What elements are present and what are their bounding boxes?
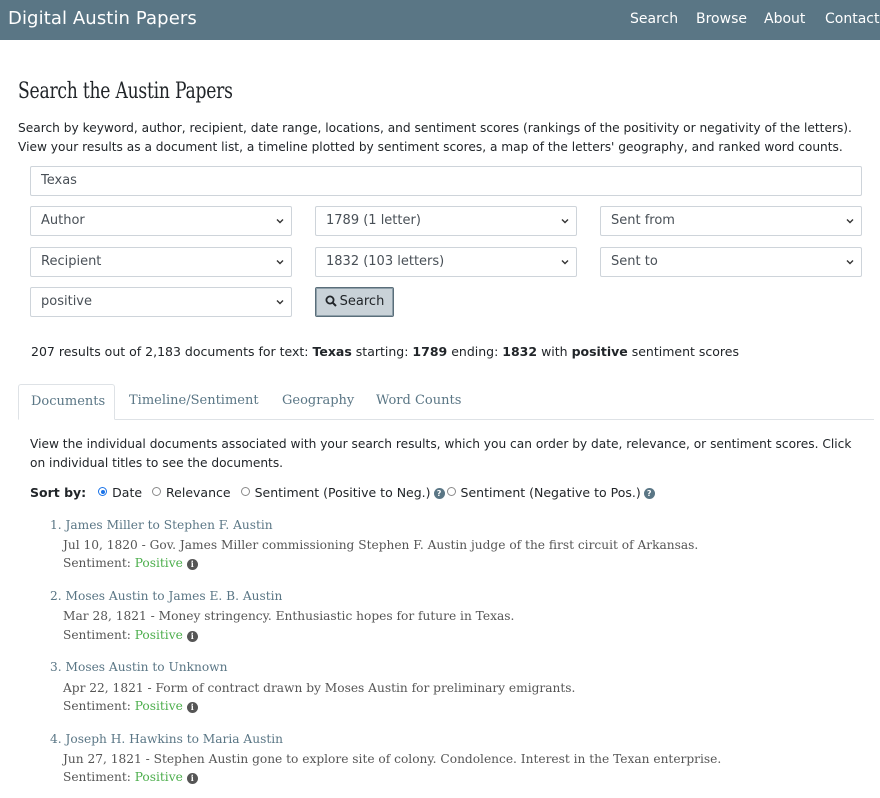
documents-desc-line-1: View the individual documents associated… bbox=[30, 437, 852, 451]
chevron-down-icon bbox=[276, 298, 284, 306]
sent-to-value: Sent to bbox=[611, 254, 658, 269]
result-sentiment: Sentiment: Positive i bbox=[63, 699, 198, 713]
sentiment-label: Sentiment: bbox=[63, 628, 131, 642]
summary-with-label: with bbox=[541, 344, 568, 359]
sort-relevance-label[interactable]: Relevance bbox=[166, 485, 231, 500]
sort-pos-neg-label[interactable]: Sentiment (Positive to Neg.) bbox=[255, 485, 431, 500]
search-button[interactable]: Search bbox=[315, 287, 394, 317]
result-title-link[interactable]: James Miller to Stephen F. Austin bbox=[66, 518, 273, 532]
sentiment-select[interactable]: positive bbox=[30, 287, 292, 317]
recipient-select[interactable]: Recipient bbox=[30, 247, 292, 277]
tab-word-counts[interactable]: Word Counts bbox=[364, 384, 473, 420]
start-date-value: 1789 (1 letter) bbox=[326, 213, 421, 228]
page-title: Search the Austin Papers bbox=[18, 79, 233, 104]
sort-relevance-radio[interactable] bbox=[152, 487, 162, 496]
result-summary: Apr 22, 1821 - Form of contract drawn by… bbox=[63, 681, 576, 695]
result-sentiment: Sentiment: Positive i bbox=[63, 556, 198, 570]
info-circle-icon[interactable]: i bbox=[186, 773, 198, 784]
result-sentiment: Sentiment: Positive i bbox=[63, 770, 198, 784]
summary-ending-label: ending: bbox=[451, 344, 499, 359]
tab-geography[interactable]: Geography bbox=[270, 384, 366, 420]
author-select-value: Author bbox=[41, 213, 85, 228]
nav-browse[interactable]: Browse bbox=[696, 11, 747, 27]
result-number: 1. bbox=[50, 518, 62, 532]
end-date-value: 1832 (103 letters) bbox=[326, 254, 445, 269]
summary-prefix: 207 results out of 2,183 documents for t… bbox=[31, 344, 309, 359]
info-circle-icon[interactable]: i bbox=[186, 559, 198, 570]
text-search-input[interactable]: Texas bbox=[30, 166, 862, 196]
list-item: 2. Moses Austin to James E. B. Austin Ma… bbox=[50, 589, 514, 642]
sort-label: Sort by: bbox=[30, 485, 87, 500]
summary-end: 1832 bbox=[502, 344, 538, 359]
result-title-link[interactable]: Joseph H. Hawkins to Maria Austin bbox=[66, 732, 283, 746]
nav-about[interactable]: About bbox=[764, 11, 805, 27]
results-summary: 207 results out of 2,183 documents for t… bbox=[31, 344, 739, 359]
result-sentiment: Sentiment: Positive i bbox=[63, 628, 198, 642]
sentiment-label: Sentiment: bbox=[63, 770, 131, 784]
site-brand[interactable]: Digital Austin Papers bbox=[8, 8, 197, 29]
chevron-down-icon bbox=[846, 217, 854, 225]
sort-controls: Sort by: Date Relevance Sentiment (Posit… bbox=[30, 485, 657, 500]
sentiment-value: Positive bbox=[134, 628, 183, 642]
sentiment-value: Positive bbox=[134, 770, 183, 784]
start-date-select[interactable]: 1789 (1 letter) bbox=[315, 206, 577, 236]
summary-sentiment: positive bbox=[571, 344, 628, 359]
tab-documents[interactable]: Documents bbox=[18, 384, 115, 420]
sort-date-label[interactable]: Date bbox=[112, 485, 142, 500]
result-number: 2. bbox=[50, 589, 62, 603]
summary-text: Texas bbox=[312, 344, 352, 359]
sent-from-select[interactable]: Sent from bbox=[600, 206, 862, 236]
question-circle-icon[interactable]: ? bbox=[643, 488, 655, 499]
end-date-select[interactable]: 1832 (103 letters) bbox=[315, 247, 577, 277]
nav-contact[interactable]: Contact bbox=[825, 11, 879, 27]
search-icon bbox=[325, 294, 340, 309]
result-title-link[interactable]: Moses Austin to James E. B. Austin bbox=[66, 589, 283, 603]
navbar: Digital Austin Papers Search Browse Abou… bbox=[0, 0, 880, 40]
chevron-down-icon bbox=[561, 217, 569, 225]
list-item: 4. Joseph H. Hawkins to Maria Austin Jun… bbox=[50, 732, 721, 784]
sentiment-select-value: positive bbox=[41, 294, 92, 309]
sentiment-value: Positive bbox=[134, 556, 183, 570]
sentiment-label: Sentiment: bbox=[63, 699, 131, 713]
summary-start: 1789 bbox=[412, 344, 448, 359]
sentiment-label: Sentiment: bbox=[63, 556, 131, 570]
intro-line-1: Search by keyword, author, recipient, da… bbox=[18, 121, 852, 135]
search-button-label: Search bbox=[339, 294, 385, 309]
sent-from-value: Sent from bbox=[611, 213, 675, 228]
sort-neg-pos-radio[interactable] bbox=[446, 487, 456, 496]
sort-pos-neg-radio[interactable] bbox=[240, 487, 250, 496]
list-item: 1. James Miller to Stephen F. Austin Jul… bbox=[50, 518, 698, 570]
summary-starting-label: starting: bbox=[355, 344, 409, 359]
sent-to-select[interactable]: Sent to bbox=[600, 247, 862, 277]
chevron-down-icon bbox=[846, 258, 854, 266]
question-circle-icon[interactable]: ? bbox=[433, 488, 445, 499]
sort-neg-pos-label[interactable]: Sentiment (Negative to Pos.) bbox=[461, 485, 641, 500]
nav-search[interactable]: Search bbox=[630, 11, 678, 27]
result-summary: Jun 27, 1821 - Stephen Austin gone to ex… bbox=[63, 752, 722, 766]
documents-desc-line-2: on individual titles to see the document… bbox=[30, 456, 284, 470]
chevron-down-icon bbox=[276, 217, 284, 225]
info-circle-icon[interactable]: i bbox=[186, 702, 198, 713]
result-title-link[interactable]: Moses Austin to Unknown bbox=[66, 660, 228, 674]
chevron-down-icon bbox=[561, 258, 569, 266]
sentiment-value: Positive bbox=[134, 699, 183, 713]
sort-date-radio[interactable] bbox=[98, 487, 108, 496]
recipient-select-value: Recipient bbox=[41, 254, 102, 269]
intro-line-2: View your results as a document list, a … bbox=[18, 140, 843, 154]
result-number: 4. bbox=[50, 732, 62, 746]
tab-timeline-sentiment[interactable]: Timeline/Sentiment bbox=[117, 384, 271, 420]
chevron-down-icon bbox=[276, 258, 284, 266]
author-select[interactable]: Author bbox=[30, 206, 292, 236]
list-item: 3. Moses Austin to Unknown Apr 22, 1821 … bbox=[50, 660, 575, 713]
summary-suffix: sentiment scores bbox=[631, 344, 739, 359]
result-summary: Jul 10, 1820 - Gov. James Miller commiss… bbox=[63, 538, 699, 552]
info-circle-icon[interactable]: i bbox=[186, 631, 198, 642]
result-number: 3. bbox=[50, 660, 62, 674]
result-summary: Mar 28, 1821 - Money stringency. Enthusi… bbox=[63, 609, 515, 623]
